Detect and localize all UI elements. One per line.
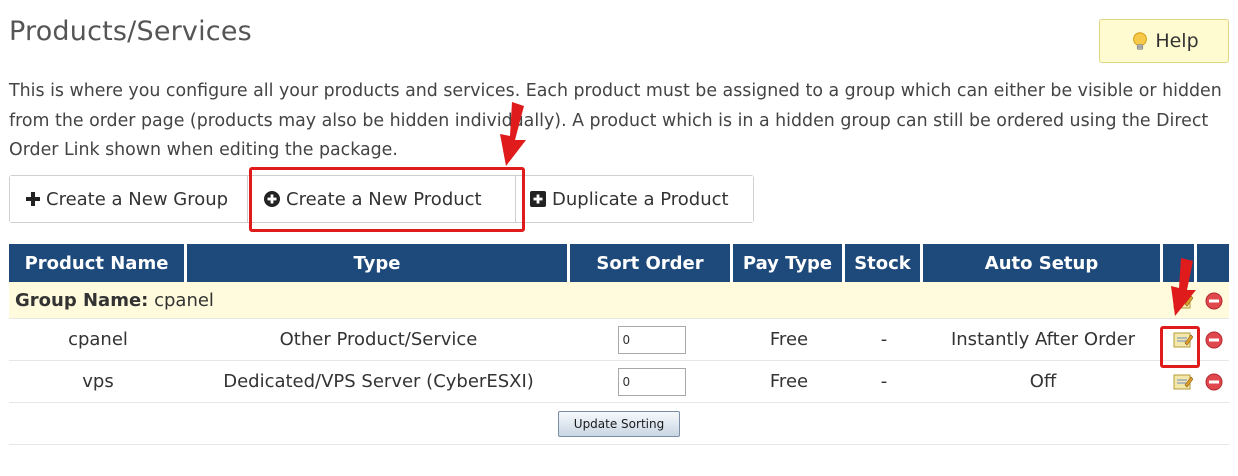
- sort-order-cell: [570, 319, 733, 361]
- sort-order-input[interactable]: [617, 325, 686, 354]
- stock-cell: -: [845, 361, 923, 403]
- table-header-row: Product Name Type Sort Order Pay Type St…: [9, 244, 1229, 282]
- row-actions: [1163, 319, 1229, 361]
- pay-type-cell: Free: [733, 319, 845, 361]
- column-header-type[interactable]: Type: [187, 244, 570, 282]
- row-actions: [1163, 361, 1229, 403]
- sort-order-cell: [570, 361, 733, 403]
- plus-icon: [26, 192, 40, 206]
- column-header-pay-type[interactable]: Pay Type: [733, 244, 845, 282]
- group-actions: [1163, 282, 1229, 319]
- group-cell: Group Name: cpanel: [9, 282, 1163, 319]
- delete-icon[interactable]: [1205, 292, 1223, 310]
- lightbulb-icon: [1133, 32, 1148, 50]
- column-header-auto-setup[interactable]: Auto Setup: [923, 244, 1163, 282]
- update-sorting-cell: Update Sorting: [9, 403, 1229, 445]
- product-name-cell: cpanel: [9, 319, 187, 361]
- products-table: Product Name Type Sort Order Pay Type St…: [9, 244, 1229, 445]
- edit-icon[interactable]: [1173, 292, 1194, 310]
- duplicate-product-button[interactable]: Duplicate a Product: [516, 176, 753, 222]
- edit-icon[interactable]: [1173, 331, 1194, 349]
- sort-order-input[interactable]: [617, 367, 686, 396]
- stock-cell: -: [845, 319, 923, 361]
- group-label: Group Name:: [15, 289, 149, 311]
- duplicate-product-label: Duplicate a Product: [552, 188, 729, 210]
- group-name: cpanel: [154, 289, 214, 311]
- create-group-label: Create a New Group: [46, 188, 229, 210]
- delete-icon[interactable]: [1205, 373, 1223, 391]
- help-button[interactable]: Help: [1099, 19, 1229, 63]
- action-button-group: Create a New Group Create a New Product …: [9, 175, 754, 223]
- pay-type-cell: Free: [733, 361, 845, 403]
- update-sorting-row: Update Sorting: [9, 403, 1229, 445]
- page-title: Products/Services: [9, 16, 252, 47]
- column-header-edit: [1163, 244, 1197, 282]
- column-header-sort-order[interactable]: Sort Order: [570, 244, 733, 282]
- table-row: cpanel Other Product/Service Free - Inst…: [9, 319, 1229, 361]
- page-description: This is where you configure all your pro…: [9, 81, 1222, 160]
- create-product-label: Create a New Product: [286, 188, 482, 210]
- column-header-product-name[interactable]: Product Name: [9, 244, 187, 282]
- help-label: Help: [1155, 30, 1199, 52]
- auto-setup-cell: Off: [923, 361, 1163, 403]
- edit-icon[interactable]: [1173, 373, 1194, 391]
- plus-square-icon: [530, 191, 546, 207]
- delete-icon[interactable]: [1205, 331, 1223, 349]
- group-row: Group Name: cpanel: [9, 282, 1229, 319]
- product-type-cell: Dedicated/VPS Server (CyberESXI): [187, 361, 570, 403]
- create-group-button[interactable]: Create a New Group: [10, 176, 248, 222]
- auto-setup-cell: Instantly After Order: [923, 319, 1163, 361]
- column-header-stock[interactable]: Stock: [845, 244, 923, 282]
- plus-circle-icon: [264, 191, 280, 207]
- update-sorting-button[interactable]: Update Sorting: [558, 410, 680, 437]
- column-header-delete: [1197, 244, 1229, 282]
- create-product-button[interactable]: Create a New Product: [248, 176, 516, 222]
- product-type-cell: Other Product/Service: [187, 319, 570, 361]
- product-name-cell: vps: [9, 361, 187, 403]
- table-row: vps Dedicated/VPS Server (CyberESXI) Fre…: [9, 361, 1229, 403]
